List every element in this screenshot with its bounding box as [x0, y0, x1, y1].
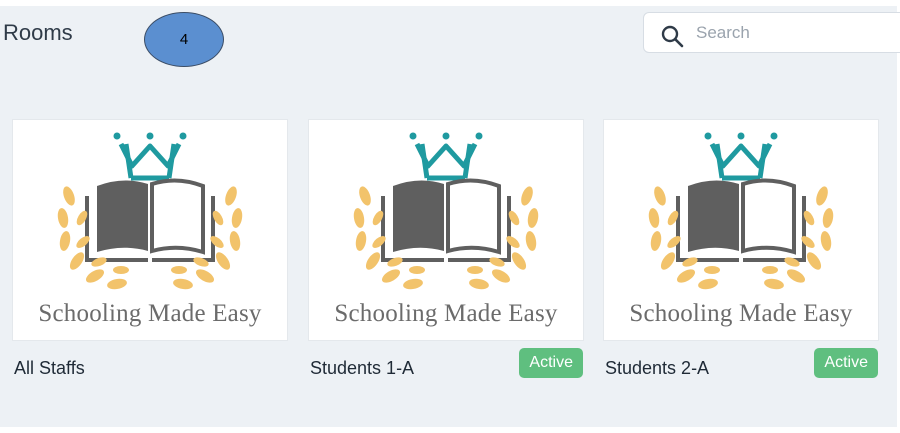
logo-text: Schooling Made Easy — [38, 300, 262, 327]
room-card[interactable]: Schooling Made Easy Students 1-A Active — [309, 120, 583, 388]
room-card-footer: Students 2-A Active — [604, 348, 878, 388]
search-box[interactable] — [643, 12, 900, 53]
room-card-footer: All Staffs — [13, 348, 287, 388]
room-name[interactable]: Students 2-A — [605, 358, 709, 379]
logo-text: Schooling Made Easy — [629, 300, 853, 327]
school-logo-icon — [648, 132, 834, 290]
room-thumbnail[interactable]: Schooling Made Easy — [604, 120, 878, 340]
search-input[interactable] — [696, 19, 896, 47]
room-thumbnail[interactable]: Schooling Made Easy — [13, 120, 287, 340]
school-logo-icon — [353, 132, 539, 290]
room-name[interactable]: Students 1-A — [310, 358, 414, 379]
status-badge: Active — [814, 348, 878, 378]
count-badge: 4 — [144, 12, 224, 67]
room-card[interactable]: Schooling Made Easy Students 2-A Active — [604, 120, 878, 388]
page-title: Rooms — [3, 20, 73, 45]
room-card-footer: Students 1-A Active — [309, 348, 583, 388]
search-icon — [661, 25, 684, 48]
status-badge: Active — [519, 348, 583, 378]
room-name[interactable]: All Staffs — [14, 358, 85, 379]
room-card[interactable]: Schooling Made Easy All Staffs — [13, 120, 287, 388]
school-logo-icon — [57, 132, 243, 290]
logo-text: Schooling Made Easy — [334, 300, 558, 327]
room-thumbnail[interactable]: Schooling Made Easy — [309, 120, 583, 340]
rooms-page: Rooms 4 Search Schooling Made Easy All S… — [0, 6, 900, 427]
